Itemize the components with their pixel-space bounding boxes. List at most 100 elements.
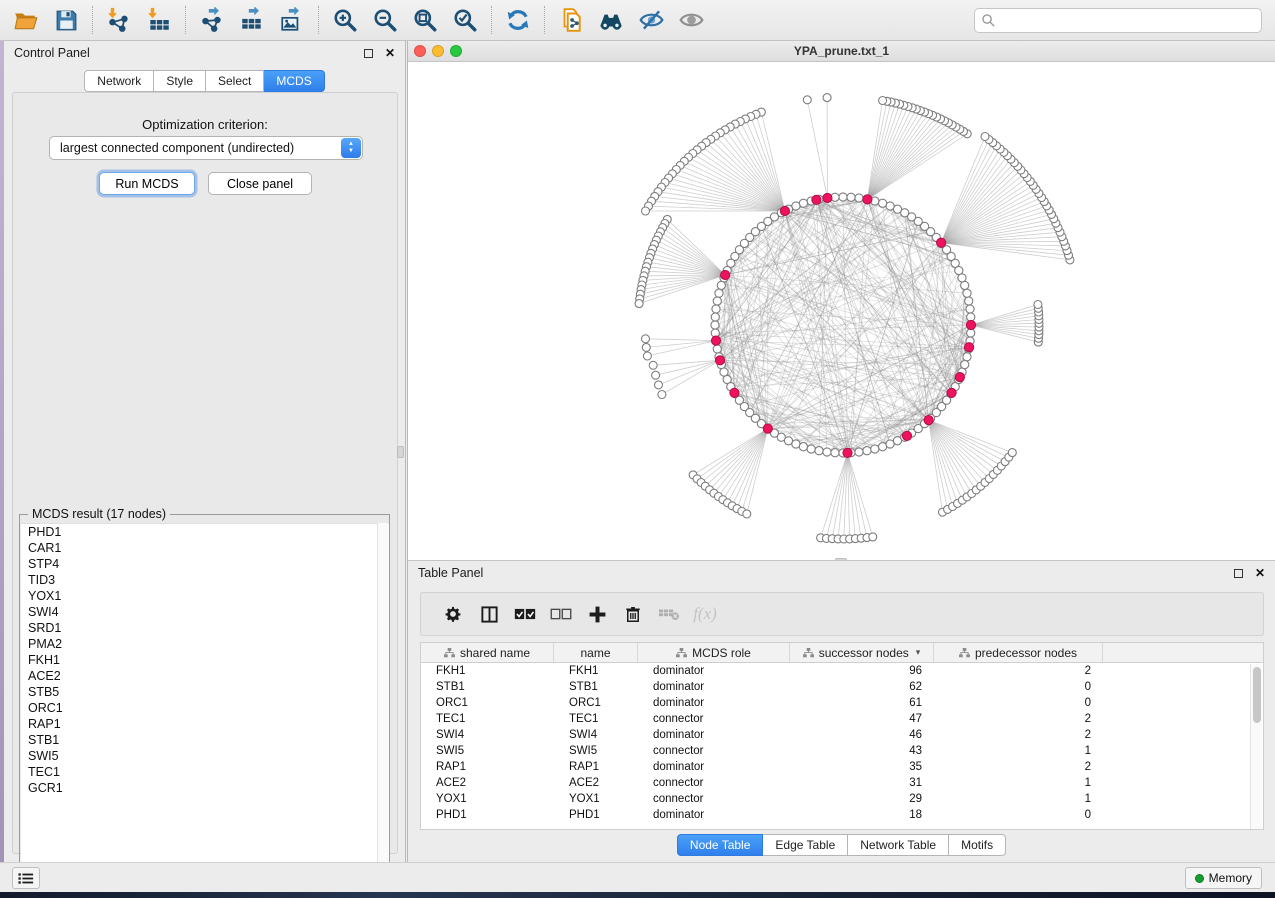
- export-image-icon[interactable]: [272, 3, 312, 37]
- task-history-button[interactable]: [12, 867, 40, 889]
- table-scrollbar-thumb[interactable]: [1253, 667, 1261, 723]
- table-panel-title: Table Panel: [418, 566, 483, 580]
- table-row[interactable]: SWI5SWI5connector431: [421, 743, 1263, 759]
- zoom-out-icon[interactable]: [365, 3, 405, 37]
- export-network-icon[interactable]: [192, 3, 232, 37]
- mcds-result-item[interactable]: ORC1: [21, 700, 389, 716]
- table-row[interactable]: YOX1YOX1connector291: [421, 791, 1263, 807]
- mcds-result-item[interactable]: YOX1: [21, 588, 389, 604]
- unselect-all-columns-icon[interactable]: [543, 598, 579, 630]
- network-window-titlebar: YPA_prune.txt_1: [408, 41, 1275, 62]
- mcds-result-item[interactable]: FKH1: [21, 652, 389, 668]
- zoom-fit-icon[interactable]: [405, 3, 445, 37]
- toolbar-separator: [185, 6, 186, 34]
- tab-edge-table[interactable]: Edge Table: [763, 834, 848, 856]
- tab-network-table[interactable]: Network Table: [848, 834, 949, 856]
- table-row[interactable]: STB1STB1dominator620: [421, 679, 1263, 695]
- column-header-MCDS-role[interactable]: MCDS role: [638, 643, 790, 662]
- table-row[interactable]: PHD1PHD1dominator180: [421, 807, 1263, 823]
- main-toolbar: [0, 0, 1275, 41]
- mcds-result-item[interactable]: PMA2: [21, 636, 389, 652]
- tab-select[interactable]: Select: [206, 70, 264, 92]
- import-network-icon[interactable]: [99, 3, 139, 37]
- mcds-list-scrollbar[interactable]: [377, 523, 388, 884]
- tab-style[interactable]: Style: [154, 70, 206, 92]
- mcds-result-item[interactable]: STB5: [21, 684, 389, 700]
- window-minimize-icon[interactable]: [432, 45, 444, 57]
- tab-network[interactable]: Network: [84, 70, 154, 92]
- cell-successors: 47: [790, 711, 934, 727]
- column-header-name[interactable]: name: [554, 643, 638, 662]
- toolbar-separator: [544, 6, 545, 34]
- add-column-icon[interactable]: [579, 598, 615, 630]
- mcds-result-item[interactable]: PHD1: [21, 524, 389, 540]
- mcds-result-item[interactable]: CAR1: [21, 540, 389, 556]
- column-header-successor-nodes[interactable]: successor nodes▾: [790, 643, 934, 662]
- refresh-layout-icon[interactable]: [498, 3, 538, 37]
- mcds-result-item[interactable]: ACE2: [21, 668, 389, 684]
- mcds-node: [812, 195, 821, 204]
- mcds-result-item[interactable]: SWI5: [21, 748, 389, 764]
- select-all-columns-icon[interactable]: [507, 598, 543, 630]
- cell-name: ORC1: [554, 695, 638, 711]
- mcds-node: [924, 416, 933, 425]
- column-header-shared-name[interactable]: shared name: [421, 643, 554, 662]
- mcds-result-item[interactable]: TID3: [21, 572, 389, 588]
- mcds-node: [863, 195, 872, 204]
- table-scrollbar[interactable]: [1250, 664, 1262, 829]
- run-mcds-button[interactable]: Run MCDS: [99, 172, 195, 195]
- mcds-result-item[interactable]: STP4: [21, 556, 389, 572]
- network-title: YPA_prune.txt_1: [408, 44, 1275, 58]
- save-session-icon[interactable]: [46, 3, 86, 37]
- mcds-result-item[interactable]: SRD1: [21, 620, 389, 636]
- mcds-result-item[interactable]: STB1: [21, 732, 389, 748]
- cell-name: SWI5: [554, 743, 638, 759]
- export-table-icon[interactable]: [232, 3, 272, 37]
- mcds-node: [780, 206, 789, 215]
- import-table-icon[interactable]: [139, 3, 179, 37]
- tab-mcds[interactable]: MCDS: [264, 70, 324, 92]
- table-row[interactable]: ACE2ACE2connector311: [421, 775, 1263, 791]
- float-panel-icon[interactable]: [364, 49, 373, 58]
- zoom-in-icon[interactable]: [325, 3, 365, 37]
- table-row[interactable]: TEC1TEC1connector472: [421, 711, 1263, 727]
- clone-network-icon[interactable]: [551, 3, 591, 37]
- close-panel-button[interactable]: Close panel: [208, 172, 312, 195]
- cell-shared_name: TEC1: [421, 711, 554, 727]
- criterion-select[interactable]: largest connected component (undirected)…: [49, 136, 363, 160]
- network-canvas[interactable]: [408, 62, 1274, 560]
- delete-columns-icon[interactable]: [615, 598, 651, 630]
- table-row[interactable]: FKH1FKH1dominator962: [421, 663, 1263, 679]
- table-row[interactable]: RAP1RAP1dominator352: [421, 759, 1263, 775]
- cell-role: connector: [638, 775, 790, 791]
- vertical-splitter-handle[interactable]: [397, 446, 404, 458]
- network-search-input[interactable]: [974, 8, 1262, 33]
- tab-node-table[interactable]: Node Table: [677, 834, 764, 856]
- mcds-result-item[interactable]: GCR1: [21, 780, 389, 796]
- window-zoom-icon[interactable]: [450, 45, 462, 57]
- mcds-result-item[interactable]: RAP1: [21, 716, 389, 732]
- tab-motifs[interactable]: Motifs: [949, 834, 1006, 856]
- table-panel: Table Panel ✕ f(x) shared namename: [407, 560, 1275, 862]
- close-panel-icon[interactable]: ✕: [1255, 566, 1265, 580]
- show-graphics-details-icon[interactable]: [671, 3, 711, 37]
- column-header-predecessor-nodes[interactable]: predecessor nodes: [934, 643, 1103, 662]
- hide-graphics-details-icon[interactable]: [631, 3, 671, 37]
- open-session-icon[interactable]: [6, 3, 46, 37]
- cell-name: YOX1: [554, 791, 638, 807]
- memory-button[interactable]: Memory: [1185, 867, 1262, 889]
- mcds-result-item[interactable]: TEC1: [21, 764, 389, 780]
- mcds-result-list[interactable]: PHD1CAR1STP4TID3YOX1SWI4SRD1PMA2FKH1ACE2…: [21, 523, 389, 884]
- window-close-icon[interactable]: [414, 45, 426, 57]
- table-row[interactable]: SWI4SWI4dominator462: [421, 727, 1263, 743]
- cell-role: dominator: [638, 759, 790, 775]
- delete-table-icon: [651, 598, 687, 630]
- float-panel-icon[interactable]: [1234, 569, 1243, 578]
- show-columns-icon[interactable]: [471, 598, 507, 630]
- table-settings-icon[interactable]: [435, 598, 471, 630]
- table-row[interactable]: ORC1ORC1dominator610: [421, 695, 1263, 711]
- mcds-result-item[interactable]: SWI4: [21, 604, 389, 620]
- search-network-icon[interactable]: [591, 3, 631, 37]
- close-panel-icon[interactable]: ✕: [385, 46, 395, 60]
- zoom-selected-icon[interactable]: [445, 3, 485, 37]
